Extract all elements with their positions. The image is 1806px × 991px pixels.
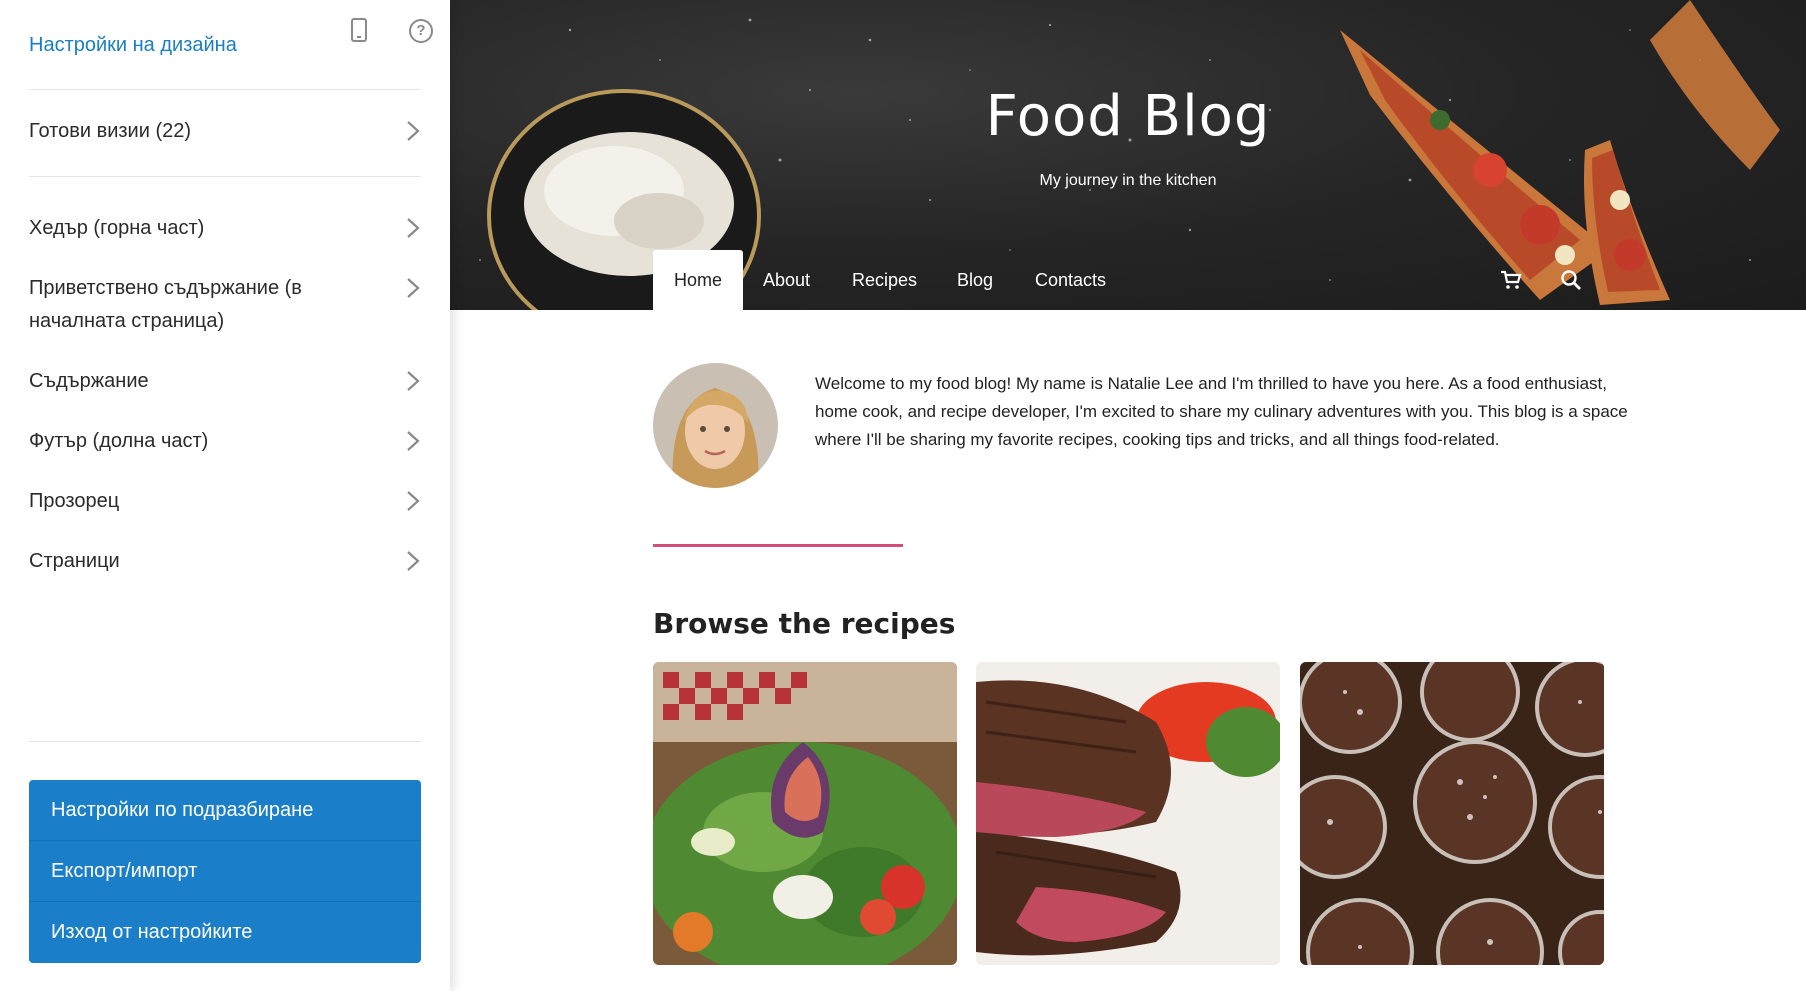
sidebar-title: Настройки на дизайна [29, 34, 237, 56]
sidebar-item-content[interactable]: Съдържание [29, 365, 421, 398]
site-title: Food Blog [985, 84, 1271, 149]
chevron-right-icon [405, 430, 421, 452]
sidebar-action-group: Настройки по подразбиране Експорт/импорт… [29, 780, 421, 963]
nav-item-contacts[interactable]: Contacts [1035, 250, 1106, 310]
sidebar-item-label: Приветствено съдържание (в началната стр… [29, 277, 302, 332]
sidebar-item-label: Готови визии (22) [29, 120, 192, 142]
sidebar-item-label: Прозорец [29, 490, 120, 512]
recipe-card-steak[interactable] [976, 662, 1280, 965]
nav-item-home[interactable]: Home [653, 250, 744, 310]
sidebar-item-window[interactable]: Прозорец [29, 485, 421, 518]
sidebar-header: Настройки на дизайна ? [29, 0, 433, 90]
chevron-right-icon [405, 550, 421, 572]
export-import-button[interactable]: Експорт/импорт [29, 841, 421, 902]
default-settings-button[interactable]: Настройки по подразбиране [29, 780, 421, 841]
salad-with-figs-image [653, 662, 957, 965]
pizza-slices-image [1340, 0, 1780, 305]
nav-item-recipes[interactable]: Recipes [852, 250, 917, 310]
grilled-steak-image [976, 662, 1280, 965]
nav-item-about[interactable]: About [763, 250, 810, 310]
help-question-icon[interactable]: ? [409, 19, 433, 43]
sidebar-item-ready-themes[interactable]: Готови визии (22) [29, 115, 421, 177]
sidebar-item-label: Хедър (горна част) [29, 217, 205, 239]
site-header-hero: Food Blog My journey in the kitchen Home… [450, 0, 1806, 310]
recipes-section-title: Browse the recipes [653, 607, 956, 640]
sidebar-item-header[interactable]: Хедър (горна част) [29, 212, 421, 245]
site-subtitle: My journey in the kitchen [1039, 172, 1217, 189]
chocolate-muffins-image [1300, 662, 1604, 965]
design-settings-sidebar: Настройки на дизайна ? Готови визии (22)… [0, 0, 450, 991]
author-avatar [653, 363, 778, 488]
chevron-right-icon [405, 490, 421, 512]
sidebar-item-label: Страници [29, 550, 120, 572]
sidebar-item-pages[interactable]: Страници [29, 545, 421, 578]
sidebar-item-label: Съдържание [29, 370, 149, 392]
app-window: Настройки на дизайна ? Готови визии (22)… [0, 0, 1806, 991]
sidebar-item-label: Футър (долна част) [29, 430, 209, 452]
mobile-phone-icon[interactable] [351, 18, 367, 42]
cart-icon[interactable] [1499, 268, 1523, 292]
chevron-right-icon [405, 217, 421, 239]
section-divider [653, 544, 903, 547]
chevron-right-icon [405, 277, 421, 299]
recipe-card-muffins[interactable] [1300, 662, 1604, 965]
search-icon[interactable] [1559, 268, 1583, 292]
chevron-right-icon [405, 370, 421, 392]
recipe-card-salad[interactable] [653, 662, 957, 965]
sidebar-item-welcome-content[interactable]: Приветствено съдържание (в началната стр… [29, 272, 421, 338]
site-preview: Food Blog My journey in the kitchen Home… [450, 0, 1806, 991]
chevron-right-icon [405, 120, 421, 142]
sidebar-item-footer[interactable]: Футър (долна част) [29, 425, 421, 458]
nav-item-blog[interactable]: Blog [957, 250, 993, 310]
exit-settings-button[interactable]: Изход от настройките [29, 902, 421, 963]
sidebar-divider [29, 741, 421, 742]
welcome-text: Welcome to my food blog! My name is Nata… [815, 374, 1628, 449]
